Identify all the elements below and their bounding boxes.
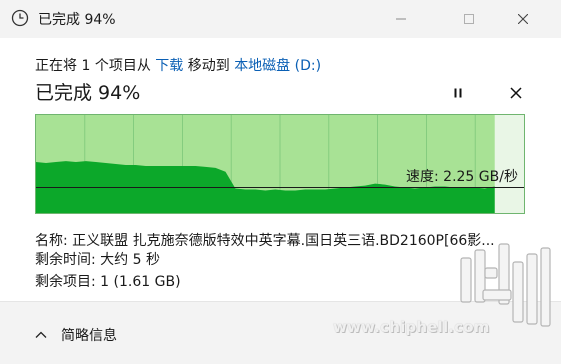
window-close-button[interactable] [500,0,546,38]
time-remaining-row: 剩余时间: 大约 5 秒 [35,249,160,269]
items-remaining-value: 1 (1.61 GB) [100,274,181,290]
copy-prefix: 正在将 [35,58,77,74]
items-remaining-label: 剩余项目: [35,274,96,290]
close-icon [510,87,522,99]
minimize-icon [396,18,406,20]
time-remaining-value: 大约 5 秒 [100,252,160,268]
fewer-details-label: 简略信息 [61,328,117,344]
destination-link[interactable]: 本地磁盘 (D:) [234,58,321,74]
file-name-row: 名称: 正义联盟 扎克施奈德版特效中英字幕.国日英三语.BD2160P[66影.… [35,230,495,250]
speed-chart-plot [36,115,524,213]
window-title: 已完成 94% [38,12,116,28]
speed-label: 速度: 2.25 GB/秒 [406,169,518,185]
source-link[interactable]: 下载 [155,58,183,74]
copy-description: 正在将 1 个项目从 下载 移动到 本地磁盘 (D:) [35,55,321,75]
maximize-icon [464,14,474,24]
minimize-button[interactable] [378,0,424,38]
copy-middle: 移动到 [187,58,230,74]
pause-button[interactable] [448,83,468,103]
file-name-label: 名称: [35,233,68,249]
progress-heading: 已完成 94% [35,82,141,104]
pause-icon [454,88,462,98]
file-name-value: 正义联盟 扎克施奈德版特效中英字幕.国日英三语.BD2160P[66影... [72,233,495,249]
watermark-url: www.chiphell.com [333,318,490,336]
title-bar: 已完成 94% [0,0,561,38]
close-icon [518,14,528,24]
copy-unit: 个项目从 [94,58,151,74]
copy-count: 1 [81,58,91,74]
items-remaining-row: 剩余项目: 1 (1.61 GB) [35,271,181,291]
time-remaining-label: 剩余时间: [35,252,96,268]
chevron-up-icon [35,331,47,338]
speed-chart [35,114,525,214]
fewer-details-button[interactable]: 简略信息 [33,325,117,345]
cancel-button[interactable] [506,83,526,103]
clock-icon [11,9,29,27]
maximize-button[interactable] [446,0,492,38]
